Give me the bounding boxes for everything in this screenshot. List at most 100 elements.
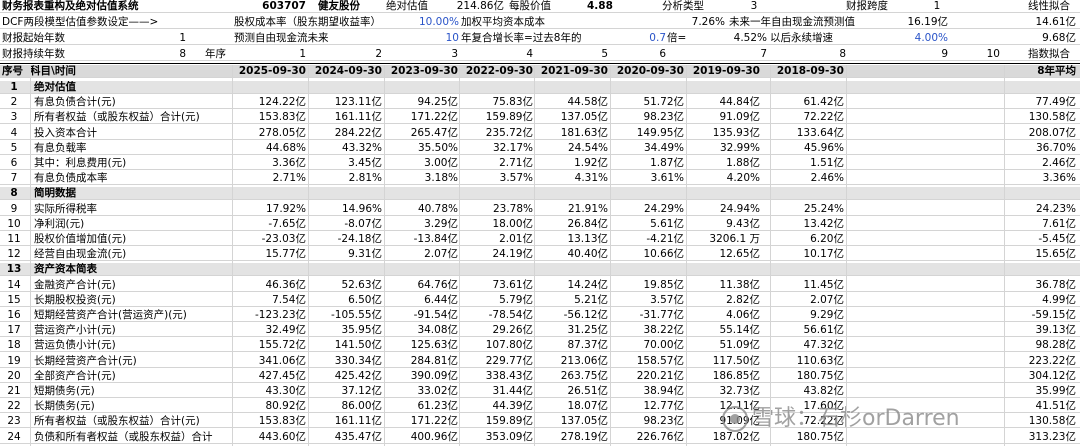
col-header-date: 2019-09-30	[692, 65, 760, 77]
cell-value: 110.63亿	[796, 354, 844, 367]
cell-value: 141.50亿	[334, 339, 382, 352]
cell-value: 124.22亿	[258, 96, 306, 109]
stock-code[interactable]: 603707	[234, 0, 306, 13]
snowball-logo-icon	[722, 406, 748, 432]
cell-value: 4.06亿	[726, 309, 760, 321]
start-year-value[interactable]: 1	[150, 32, 186, 45]
cell-average: -59.15亿	[1031, 309, 1076, 321]
per-share-value: 4.88	[587, 0, 613, 12]
row-number: 18	[7, 339, 21, 352]
col-header-item: 科目\时间	[30, 65, 76, 77]
cell-value: 2.07亿	[424, 248, 458, 261]
cell-value: 159.89亿	[485, 111, 533, 124]
cell-average: -5.45亿	[1038, 233, 1076, 245]
cell-value: 1.92亿	[574, 157, 608, 169]
cell-value: 171.22亿	[410, 111, 458, 124]
duration-label: 财报持续年数	[2, 48, 65, 60]
row-item-label: 经营自由现金流(元)	[34, 248, 127, 261]
year-seq-8: 8	[839, 48, 846, 60]
cell-average: 36.78亿	[1035, 278, 1076, 291]
cell-value: 5.79亿	[499, 293, 533, 306]
growth-rate-value: 4.52%	[733, 32, 767, 44]
cell-value: 443.60亿	[258, 430, 306, 443]
col-header-date: 2025-09-30	[238, 65, 306, 77]
cell-average: 36.70%	[1035, 141, 1076, 154]
grid-line	[232, 65, 233, 446]
cell-value: 1.87亿	[650, 157, 684, 169]
grid-line	[1004, 65, 1005, 446]
cell-value: 32.49亿	[265, 324, 306, 337]
cell-value: 75.83亿	[492, 96, 533, 109]
cell-average: 15.65亿	[1035, 248, 1076, 261]
cell-value: 24.94%	[719, 202, 760, 215]
table-row: 4 投入资本合计 278.05亿 284.22亿 265.47亿 235.72亿 181.6…	[0, 127, 1080, 140]
cell-value: 72.22亿	[803, 111, 844, 124]
cell-value: 435.47亿	[334, 430, 382, 443]
year-seq-10: 10	[986, 48, 1000, 60]
cell-value: 284.81亿	[410, 354, 458, 367]
cell-value: -13.84亿	[413, 233, 458, 245]
row-item-label: 其中：利息费用(元)	[34, 157, 127, 169]
cell-value: 6.50亿	[348, 293, 382, 306]
cell-value: 400.96亿	[410, 430, 458, 443]
table-row: 7 有息负债成本率 2.71% 2.81% 3.18% 3.57% 4.31% 3.61% 4.…	[0, 172, 1080, 186]
cell-value: 278.05亿	[258, 126, 306, 139]
cell-value: 3.18%	[424, 172, 458, 185]
cell-value: 425.42亿	[334, 369, 382, 382]
cell-average: 304.12亿	[1028, 369, 1076, 382]
row-number: 23	[7, 415, 21, 428]
cell-value: 1.51亿	[810, 157, 844, 169]
row-number: 12	[7, 248, 21, 261]
cell-value: 171.22亿	[410, 415, 458, 428]
cell-value: 44.68%	[265, 141, 306, 154]
row-item-label: 所有者权益（或股东权益）合计(元)	[34, 111, 200, 124]
fcf-next-label: 未来一年自由现金流预测值	[729, 16, 855, 28]
year-seq-9: 9	[941, 48, 948, 60]
cell-average: 39.13亿	[1035, 324, 1076, 337]
cell-value: 278.19亿	[560, 430, 608, 443]
year-seq-label: 年序	[205, 48, 226, 60]
year-seq-7: 7	[760, 48, 767, 60]
cell-value: 45.96%	[803, 141, 844, 154]
grid-line	[846, 65, 847, 446]
cell-value: 86.00亿	[341, 400, 382, 413]
cell-value: -123.23亿	[254, 309, 306, 321]
cell-value: 64.76亿	[417, 278, 458, 291]
row-number: 3	[10, 111, 18, 124]
cell-value: 2.46%	[810, 172, 844, 185]
cagr-label: 年复合增长率=过去8年的	[461, 32, 582, 44]
cell-value: -24.18亿	[337, 233, 382, 245]
cagr-multiplier-value[interactable]: 0.7	[612, 32, 666, 45]
cell-value: 2.71%	[272, 172, 306, 185]
table-header: 序号 科目\时间 2025-09-30 2024-09-30 2023-09-3…	[0, 65, 1080, 78]
grid-line	[459, 65, 460, 446]
grid-line	[308, 65, 309, 446]
section-row: 1 绝对估值	[0, 81, 1080, 94]
cell-value: 427.45亿	[258, 369, 306, 382]
cell-value: 123.11亿	[334, 96, 382, 109]
cell-value: 32.99%	[719, 141, 760, 154]
analysis-type-label: 分析类型	[662, 0, 704, 12]
cost-equity-value[interactable]: 10.00%	[404, 16, 459, 29]
cell-value: 32.17%	[492, 141, 533, 154]
row-item-label: 营运负债小计(元)	[34, 339, 116, 352]
duration-value[interactable]: 8	[150, 48, 186, 61]
grid-line	[610, 65, 611, 446]
spreadsheet: 财务报表重构及绝对估值系统 603707 健友股份 绝对估值 214.86亿 每…	[0, 0, 1080, 446]
cell-value: 34.49%	[643, 141, 684, 154]
row-number: 5	[10, 141, 18, 154]
row-item-label: 有息负债成本率	[34, 172, 108, 185]
header-divider	[0, 63, 1080, 64]
table-row: 9 实际所得税率 17.92% 14.96% 40.78% 23.78% 21.91% 24.…	[0, 203, 1080, 216]
cell-value: 226.76亿	[636, 430, 684, 443]
row-item-label: 营运资产小计(元)	[34, 324, 116, 337]
table-row: 10 净利润(元) -7.65亿 -8.07亿 3.29亿 18.00亿 26.84亿 5.6…	[0, 218, 1080, 231]
span-value[interactable]: 1	[925, 0, 949, 13]
forecast-years-value[interactable]: 10	[404, 32, 459, 45]
perpetual-growth-value[interactable]: 4.00%	[880, 32, 948, 45]
abs-valuation-label: 绝对估值	[386, 0, 428, 12]
row-number: 9	[10, 202, 18, 215]
cell-value: 19.85亿	[643, 278, 684, 291]
analysis-type-value[interactable]: 3	[740, 0, 768, 13]
cell-value: 155.72亿	[258, 339, 306, 352]
